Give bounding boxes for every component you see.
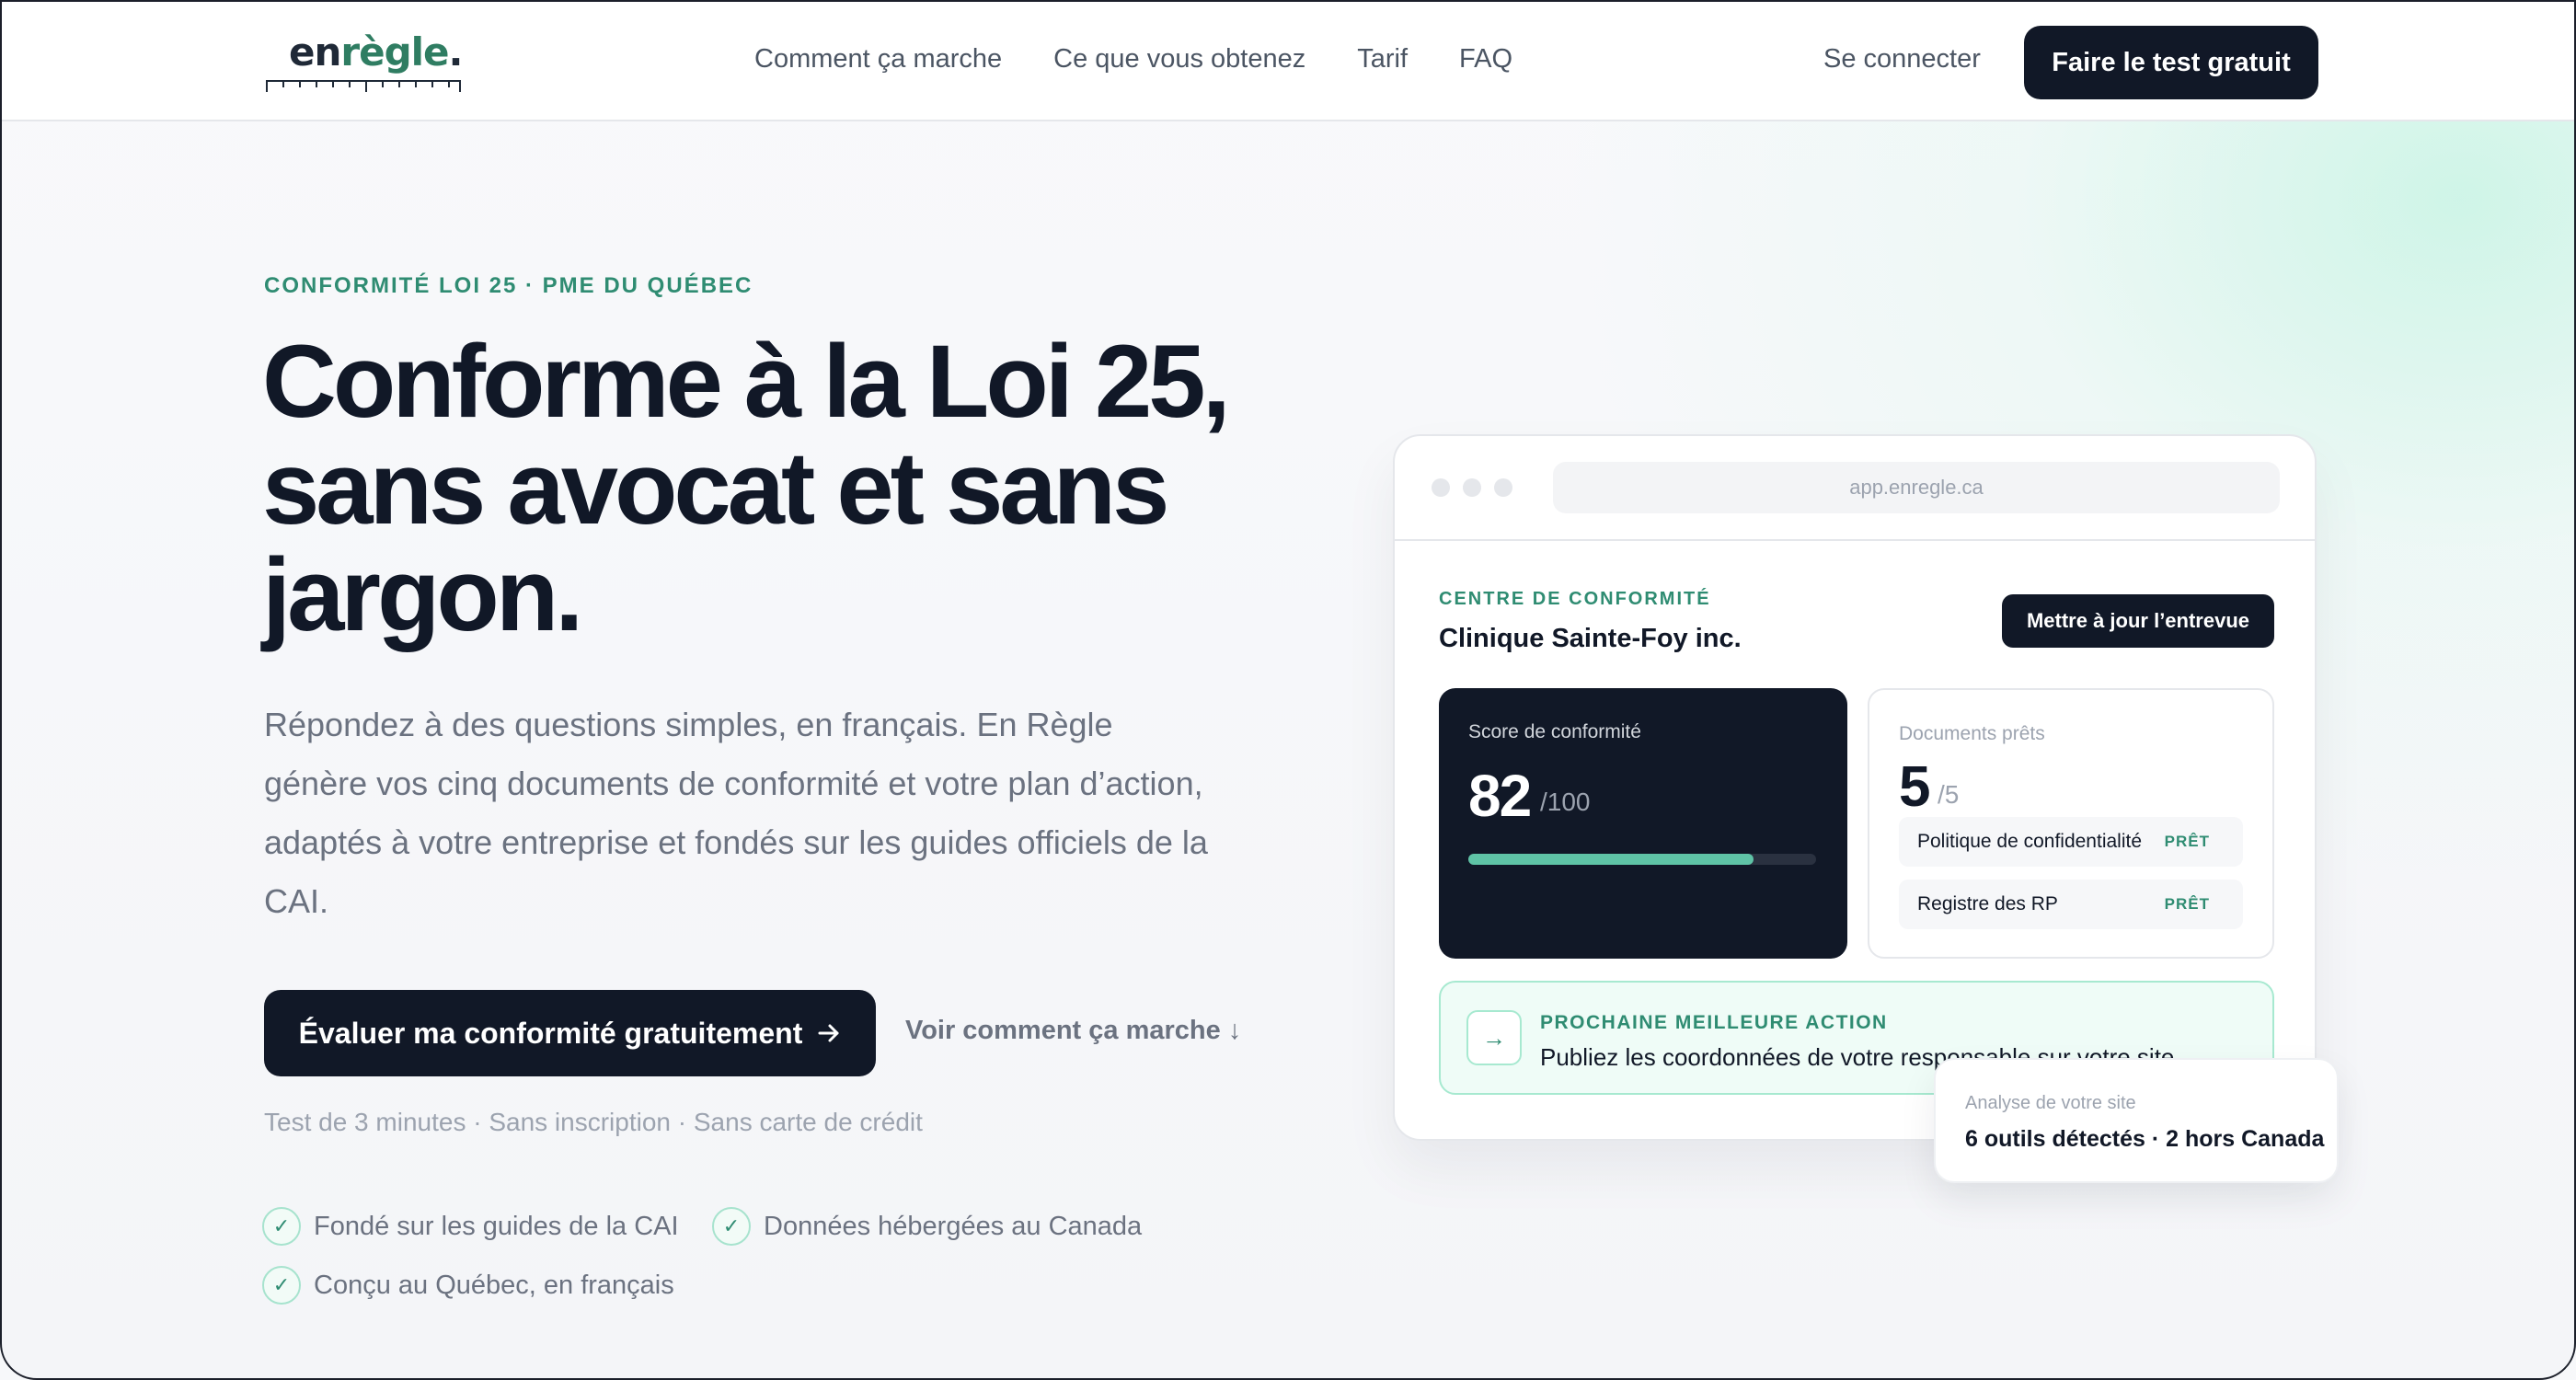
check-icon: ✓ <box>262 1207 301 1246</box>
window-dot-icon <box>1463 478 1481 497</box>
site-analysis-card: Analyse de votre site 6 outils détectés … <box>1934 1058 2339 1183</box>
status-badge: PRÊT <box>2164 895 2210 913</box>
feature-item: ✓ Conçu au Québec, en français <box>262 1266 674 1305</box>
mock-browser-bar: app.enregle.ca <box>1395 436 2315 541</box>
dashboard-preview: app.enregle.ca CENTRE DE CONFORMITÉ Clin… <box>1393 434 2317 1141</box>
score-value: 82 <box>1468 763 1532 829</box>
hero-title-line-1: Conforme à la Loi 25, <box>262 324 1231 439</box>
hero-subtitle: Répondez à des questions simples, en fra… <box>264 706 1208 920</box>
feature-item: ✓ Données hébergées au Canada <box>712 1207 1142 1246</box>
window-dot-icon <box>1494 478 1512 497</box>
window-dot-icon <box>1432 478 1450 497</box>
main-nav: Comment ça marche Ce que vous obtenez Ta… <box>754 44 1564 75</box>
hero-title-line-2: sans avocat et sans <box>262 431 1169 546</box>
nav-item-tarif[interactable]: Tarif <box>1357 44 1408 75</box>
evaluate-compliance-button[interactable]: Évaluer ma conformité gratuitement <box>264 990 876 1076</box>
nav-item-faq[interactable]: FAQ <box>1459 44 1512 75</box>
hero-title-line-3: jargon. <box>262 537 583 652</box>
compliance-center-label: CENTRE DE CONFORMITÉ <box>1439 589 1711 609</box>
logo-wordmark: enrègle. <box>289 29 464 75</box>
compliance-score-card: Score de conformité 82 /100 <box>1439 688 1847 959</box>
site-analysis-label: Analyse de votre site <box>1965 1093 2136 1113</box>
logo-text-dot: . <box>448 29 464 75</box>
arrow-right-icon <box>818 1024 839 1042</box>
logo-text-plain: en <box>289 29 341 75</box>
mock-url-bar: app.enregle.ca <box>1553 462 2280 513</box>
score-progress-bar <box>1468 854 1816 865</box>
nav-item-comment-ca-marche[interactable]: Comment ça marche <box>754 44 1002 75</box>
docs-label: Documents prêts <box>1899 723 2045 744</box>
feature-item: ✓ Fondé sur les guides de la CAI <box>262 1207 679 1246</box>
arrow-right-icon: → <box>1466 1010 1522 1065</box>
company-name: Clinique Sainte-Foy inc. <box>1439 624 1742 653</box>
site-header: enrègle. Comment ça marche Ce que vous o… <box>2 2 2574 121</box>
browser-frame: enrègle. Comment ça marche Ce que vous o… <box>0 0 2576 1380</box>
next-action-label: PROCHAINE MEILLEURE ACTION <box>1540 1012 1888 1033</box>
docs-max: /5 <box>1938 780 1960 809</box>
ruler-icon <box>266 80 461 92</box>
document-row[interactable]: Registre des RP PRÊT <box>1899 880 2243 929</box>
score-max: /100 <box>1540 788 1591 816</box>
logo[interactable]: enrègle. <box>265 29 464 96</box>
feature-label: Données hébergées au Canada <box>764 1211 1143 1241</box>
check-icon: ✓ <box>712 1207 751 1246</box>
nav-item-ce-que-vous-obtenez[interactable]: Ce que vous obtenez <box>1053 44 1305 75</box>
update-interview-button[interactable]: Mettre à jour l’entrevue <box>2002 594 2274 648</box>
document-name: Politique de confidentialité <box>1917 831 2143 852</box>
document-name: Registre des RP <box>1917 893 2058 914</box>
check-icon: ✓ <box>262 1266 301 1305</box>
documents-ready-card: Documents prêts 5 /5 Politique de confid… <box>1868 688 2274 959</box>
hero-title: Conforme à la Loi 25, sans avocat et san… <box>262 328 1302 649</box>
logo-text-accent: règle <box>340 29 449 75</box>
how-it-works-link[interactable]: Voir comment ça marche ↓ <box>905 1016 1241 1046</box>
hero-eyebrow: CONFORMITÉ LOI 25 · PME DU QUÉBEC <box>264 273 753 298</box>
login-link[interactable]: Se connecter <box>1823 44 1981 75</box>
status-badge: PRÊT <box>2164 833 2210 850</box>
feature-label: Fondé sur les guides de la CAI <box>314 1211 679 1241</box>
document-row[interactable]: Politique de confidentialité PRÊT <box>1899 817 2243 867</box>
docs-value: 5 <box>1899 755 1931 819</box>
evaluate-compliance-label: Évaluer ma conformité gratuitement <box>298 1016 803 1050</box>
free-test-button[interactable]: Faire le test gratuit <box>2024 26 2318 99</box>
feature-label: Conçu au Québec, en français <box>314 1270 674 1300</box>
score-progress-fill <box>1468 854 1754 865</box>
score-label: Score de conformité <box>1468 721 1641 742</box>
hero-fineprint: Test de 3 minutes · Sans inscription · S… <box>264 1108 923 1136</box>
site-analysis-value: 6 outils détectés · 2 hors Canada <box>1965 1126 2325 1152</box>
